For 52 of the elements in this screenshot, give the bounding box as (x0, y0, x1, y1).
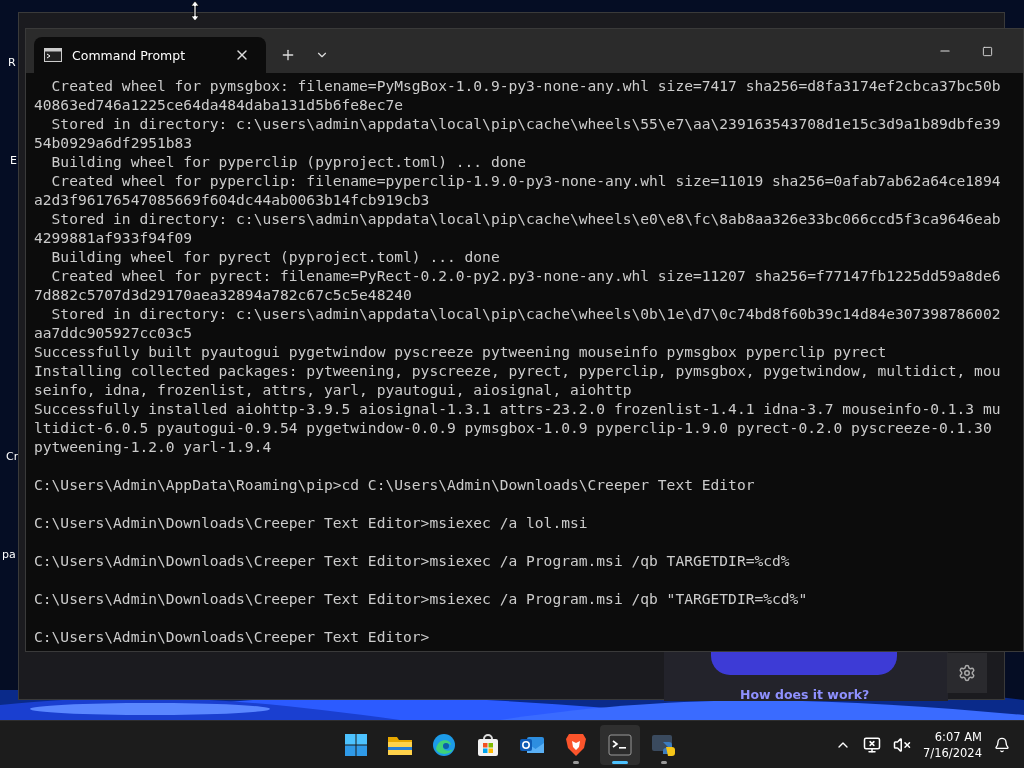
clock-button[interactable]: 6:07 AM 7/16/2024 (923, 728, 982, 761)
console-line: C:\Users\Admin\Downloads\Creeper Text Editor> (34, 627, 431, 646)
tab-title: Command Prompt (72, 47, 187, 63)
console-line: C:\Users\Admin\Downloads\Creeper Text Editor>msiexec /a Program.msi /qb "TARGETDIR=%cd%" (34, 589, 809, 608)
console-line: 40863ed746a1225ce64da484daba131d5b6fe8ec7e (34, 95, 405, 114)
console-line: C:\Users\Admin\Downloads\Creeper Text Editor>msiexec /a lol.msi (34, 513, 589, 532)
desktop-icon-label[interactable]: Cr (6, 450, 19, 463)
lion-shield-icon (565, 732, 587, 757)
resize-cursor-icon (190, 0, 200, 22)
console-line: 4299881af933f94f09 (34, 228, 194, 247)
console-line: ltidict-6.0.5 pyautogui-0.9.54 pygetwindow-0.0.9 pymsgbox-1.0.9 pyperclip-1.9.0 pyrect-0.2.0 pyscreeze-0.1.30 (34, 418, 993, 437)
taskbar-app-button[interactable] (600, 724, 640, 765)
console-line: 7d882c5707d3d29170aea32894a782c67c5c5e48240 (34, 285, 413, 304)
windows-logo-icon (344, 732, 368, 757)
console-line: Building wheel for pyrect (pyproject.toml) ... done (50, 247, 501, 266)
console-line: Building wheel for pyperclip (pyproject.toml) ... done (50, 152, 528, 171)
console-line: Stored in directory: c:\users\admin\appdata\local\pip\cache\wheels\e0\e8\fc\8ab8aa326e33bc066ccd5f3ca9646eab (50, 209, 1002, 228)
running-indicator (573, 760, 579, 764)
plus-icon (280, 47, 296, 63)
desktop-icon-label[interactable]: pa (2, 548, 16, 561)
bell-icon[interactable] (994, 736, 1010, 753)
console-line: 54b0929a6df2951b83 (34, 133, 194, 152)
snake-window-icon (651, 732, 677, 757)
maximize-icon (981, 45, 993, 57)
console-line: Created wheel for pyrect: filename=PyRect-0.2.0-py2.py3-none-any.whl size=11207 sha256=f77147fb1225dd59a8de6 (50, 266, 1002, 285)
console-line: Successfully built pyautogui pygetwindow pyscreeze pytweening mouseinfo pymsgbox pyperclip pyrect (34, 342, 888, 361)
desktop-icon-label[interactable]: R (8, 56, 16, 69)
console-line: pytweening-1.2.0 yarl-1.9.4 (34, 437, 273, 456)
console-line: seinfo, idna, frozenlist, attrs, yarl, pyautogui, aiosignal, aiohttp (34, 380, 633, 399)
console-line: Created wheel for pyperclip: filename=pyperclip-1.9.0-py3-none-any.whl size=11019 sha256=0afab7ab62a64ce1894 (50, 171, 1002, 190)
command-prompt-icon (44, 48, 62, 62)
running-indicator (661, 760, 667, 764)
network-icon[interactable] (863, 735, 882, 754)
console-line: Created wheel for pymsgbox: filename=PyMsgBox-1.0.9-py3-none-any.whl size=7417 sha256=d8fa3174ef2cbca37bc50b (50, 76, 1002, 95)
console-line: Installing collected packages: pytweening, pyscreeze, pyrect, pyperclip, pymsgbox, pygetwindow, multidict, mou (34, 361, 1002, 380)
help-link[interactable]: How does it work? (740, 687, 870, 702)
desktop-icon-label[interactable]: E (10, 154, 17, 167)
console-line: Successfully installed aiohttp-3.9.5 aiosignal-1.3.1 attrs-23.2.0 frozenlist-1.4.1 idna-3.7 mouseinfo-0.1.3 mu (34, 399, 1002, 418)
running-indicator (612, 760, 628, 764)
console-line: Stored in directory: c:\users\admin\appdata\local\pip\cache\wheels\55\e7\aa\239163543708d1e15c3d9a1b89dbfe39 (50, 114, 1002, 133)
gear-icon (958, 664, 976, 682)
console-line: aa7ddc905927cc03c5 (34, 323, 194, 342)
settings-button[interactable] (947, 653, 987, 693)
console-line: a2d3f96176547085669f604dc44ab0063b14fcb919cb3 (34, 190, 431, 209)
console-line: C:\Users\Admin\Downloads\Creeper Text Editor>msiexec /a Program.msi /qb TARGETDIR=%cd% (34, 551, 791, 570)
shopping-bag-icon (476, 732, 500, 757)
terminal-tab[interactable]: Command Prompt (34, 37, 266, 73)
muted-speaker-icon[interactable] (893, 735, 912, 754)
browser-swirl-icon (432, 732, 456, 757)
console-line: Stored in directory: c:\users\admin\appdata\local\pip\cache\wheels\0b\1e\d7\0c74bd8f60b39c14d84e307398786002 (50, 304, 1002, 323)
terminal-icon (608, 733, 632, 756)
console-line: C:\Users\Admin\AppData\Roaming\pip>cd C:\Users\Admin\Downloads\Creeper Text Editor (34, 475, 756, 494)
